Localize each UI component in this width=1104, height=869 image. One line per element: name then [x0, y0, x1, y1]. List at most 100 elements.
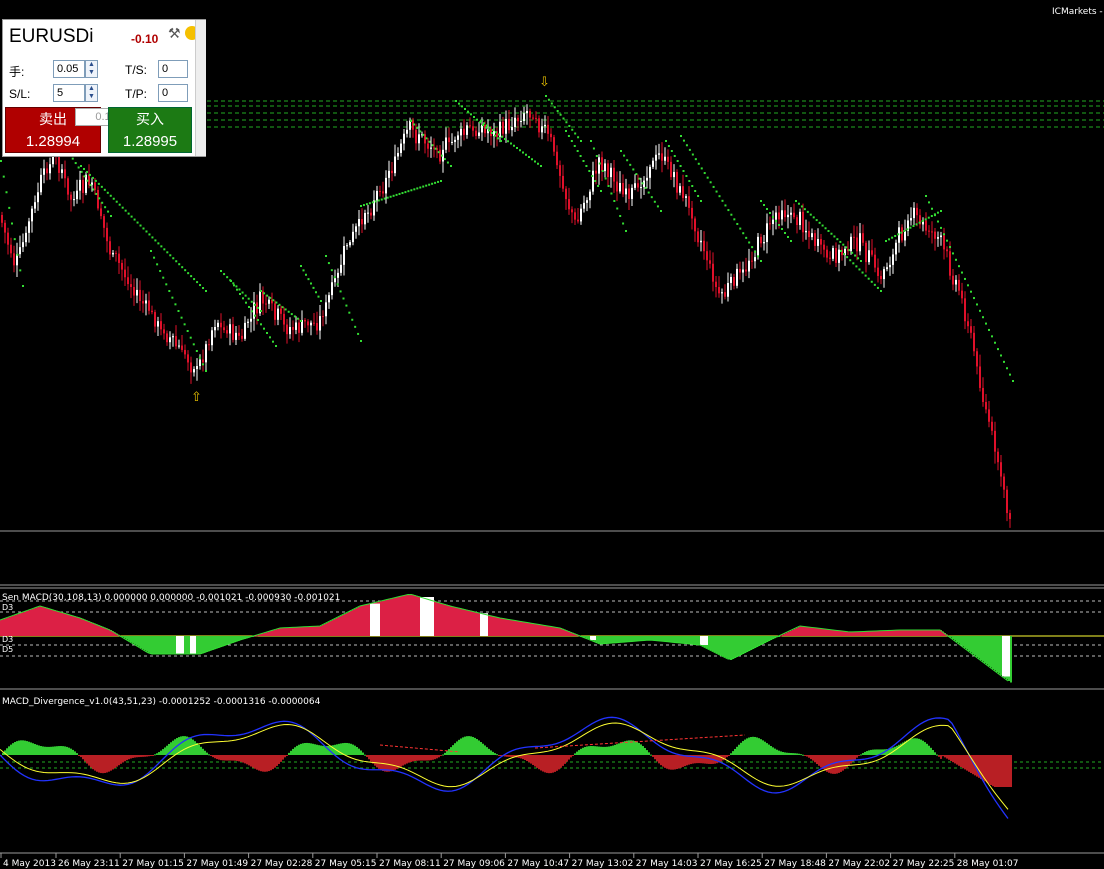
macd-histogram-bar	[908, 630, 910, 636]
macd-histogram-bar	[902, 630, 904, 636]
divergence-histogram-bar	[308, 743, 310, 755]
macd-histogram-bar	[800, 626, 802, 636]
candle-body	[682, 186, 684, 198]
buy-button[interactable]: 买入 1.28995	[108, 107, 192, 153]
trailing-stop-dot	[235, 285, 238, 288]
macd-histogram-bar	[456, 607, 458, 636]
candle-body	[892, 254, 894, 265]
macd-histogram-bar	[286, 627, 288, 636]
macd-histogram-bar	[90, 622, 92, 636]
divergence-histogram-bar	[680, 755, 682, 768]
trailing-stop-dot	[946, 239, 948, 242]
tp-input[interactable]	[158, 84, 188, 102]
ts-input[interactable]	[158, 60, 188, 78]
candle-body	[4, 222, 6, 233]
divergence-histogram-bar	[206, 752, 208, 755]
divergence-histogram-bar	[428, 755, 430, 761]
divergence-histogram-bar	[524, 755, 526, 760]
macd-histogram-bar	[104, 627, 106, 636]
tools-icon[interactable]: ⚒	[168, 25, 184, 41]
trailing-stop-dot	[565, 121, 568, 124]
trailing-stop-dot	[545, 95, 547, 97]
divergence-histogram-bar	[494, 753, 496, 755]
macd-pane[interactable]	[0, 593, 1012, 683]
macd-histogram-bar	[82, 618, 84, 636]
candle-body	[388, 170, 390, 178]
lots-input[interactable]	[53, 60, 85, 78]
divergence-histogram-bar	[22, 740, 24, 755]
macd-histogram-bar	[508, 619, 510, 636]
macd-histogram-bar	[742, 636, 744, 654]
macd-histogram-bar	[396, 597, 398, 636]
macd-histogram-bar	[196, 636, 198, 654]
sl-input[interactable]	[53, 84, 85, 102]
divergence-histogram-bar	[634, 741, 636, 755]
trailing-stop-dot	[870, 280, 873, 283]
trailing-stop-dot	[150, 250, 152, 252]
trailing-stop-dot	[824, 227, 827, 230]
macd-histogram-bar	[832, 629, 834, 636]
divergence-histogram-bar	[788, 752, 790, 755]
lots-stepper[interactable]: ▲ ▼	[85, 60, 98, 78]
candle-body	[727, 282, 729, 297]
candle-body	[853, 236, 855, 238]
candle-body	[7, 232, 9, 245]
macd-histogram-bar	[98, 625, 100, 636]
macd-histogram-bar	[186, 636, 188, 654]
macd-histogram-bar	[804, 626, 806, 636]
macd-histogram-bar	[794, 628, 796, 636]
trailing-stop-dot	[440, 154, 443, 157]
sl-stepper[interactable]: ▲ ▼	[85, 84, 98, 102]
trailing-stop-dot	[77, 166, 80, 169]
macd-histogram-bar	[498, 617, 500, 636]
one-click-trading-panel[interactable]: EURUSDi -0.10 ⚒ 手: ▲▼ T/S: S/L: ▲▼ T/P: …	[2, 19, 206, 157]
trailing-stop-dot	[263, 327, 265, 330]
macd-histogram-bar	[336, 618, 338, 636]
trailing-stop-dot	[248, 306, 250, 308]
macd-histogram-bar	[926, 630, 928, 636]
macd-histogram-bar	[978, 636, 980, 659]
trailing-stop-dot	[360, 340, 362, 342]
trailing-stop-dot	[769, 212, 771, 214]
macd-histogram-bar	[324, 624, 326, 636]
trailing-stop-dot	[386, 196, 389, 199]
trailing-stop-dot	[476, 118, 478, 121]
divergence-histogram-bar	[644, 747, 646, 755]
candle-body	[652, 160, 654, 167]
macd-histogram-bar	[404, 595, 406, 636]
macd-histogram-bar	[524, 622, 526, 636]
trailing-stop-dot	[504, 138, 506, 140]
candle-body	[484, 125, 486, 134]
trailing-stop-dot	[712, 185, 715, 188]
trailing-stop-dot	[142, 227, 145, 230]
candle-body	[166, 333, 168, 343]
divergence-histogram-bar	[240, 755, 242, 762]
trailing-stop-dot	[103, 188, 106, 191]
candle-body	[475, 130, 477, 136]
panel-scrollbar[interactable]	[195, 20, 206, 156]
macd-histogram-bar	[10, 616, 12, 636]
divergence-histogram-bar	[582, 747, 584, 755]
candle-body	[979, 366, 981, 388]
macd-histogram-bar	[906, 630, 908, 636]
divergence-histogram-bar	[936, 754, 938, 756]
divergence-histogram-bar	[498, 755, 500, 756]
trailing-stop-dot	[873, 283, 876, 286]
trailing-stop-dot	[317, 295, 320, 298]
divergence-histogram-bar	[430, 755, 432, 761]
candle-body	[22, 242, 24, 248]
trailing-stop-dot	[949, 246, 951, 249]
candle-body	[220, 322, 222, 328]
macd-histogram-bar	[340, 616, 342, 636]
macd-histogram-bar	[440, 603, 442, 636]
candle-body	[724, 292, 726, 297]
change-label: -0.10	[131, 32, 159, 46]
trailing-stop-dot	[934, 214, 936, 217]
divergence-histogram-bar	[412, 755, 414, 762]
candle-body	[34, 202, 36, 209]
macd-histogram-bar	[504, 618, 506, 636]
divergence-histogram-bar	[44, 746, 46, 755]
trailing-stop-dot	[233, 284, 235, 287]
candle-body	[196, 366, 198, 370]
divergence-histogram-bar	[572, 755, 574, 756]
